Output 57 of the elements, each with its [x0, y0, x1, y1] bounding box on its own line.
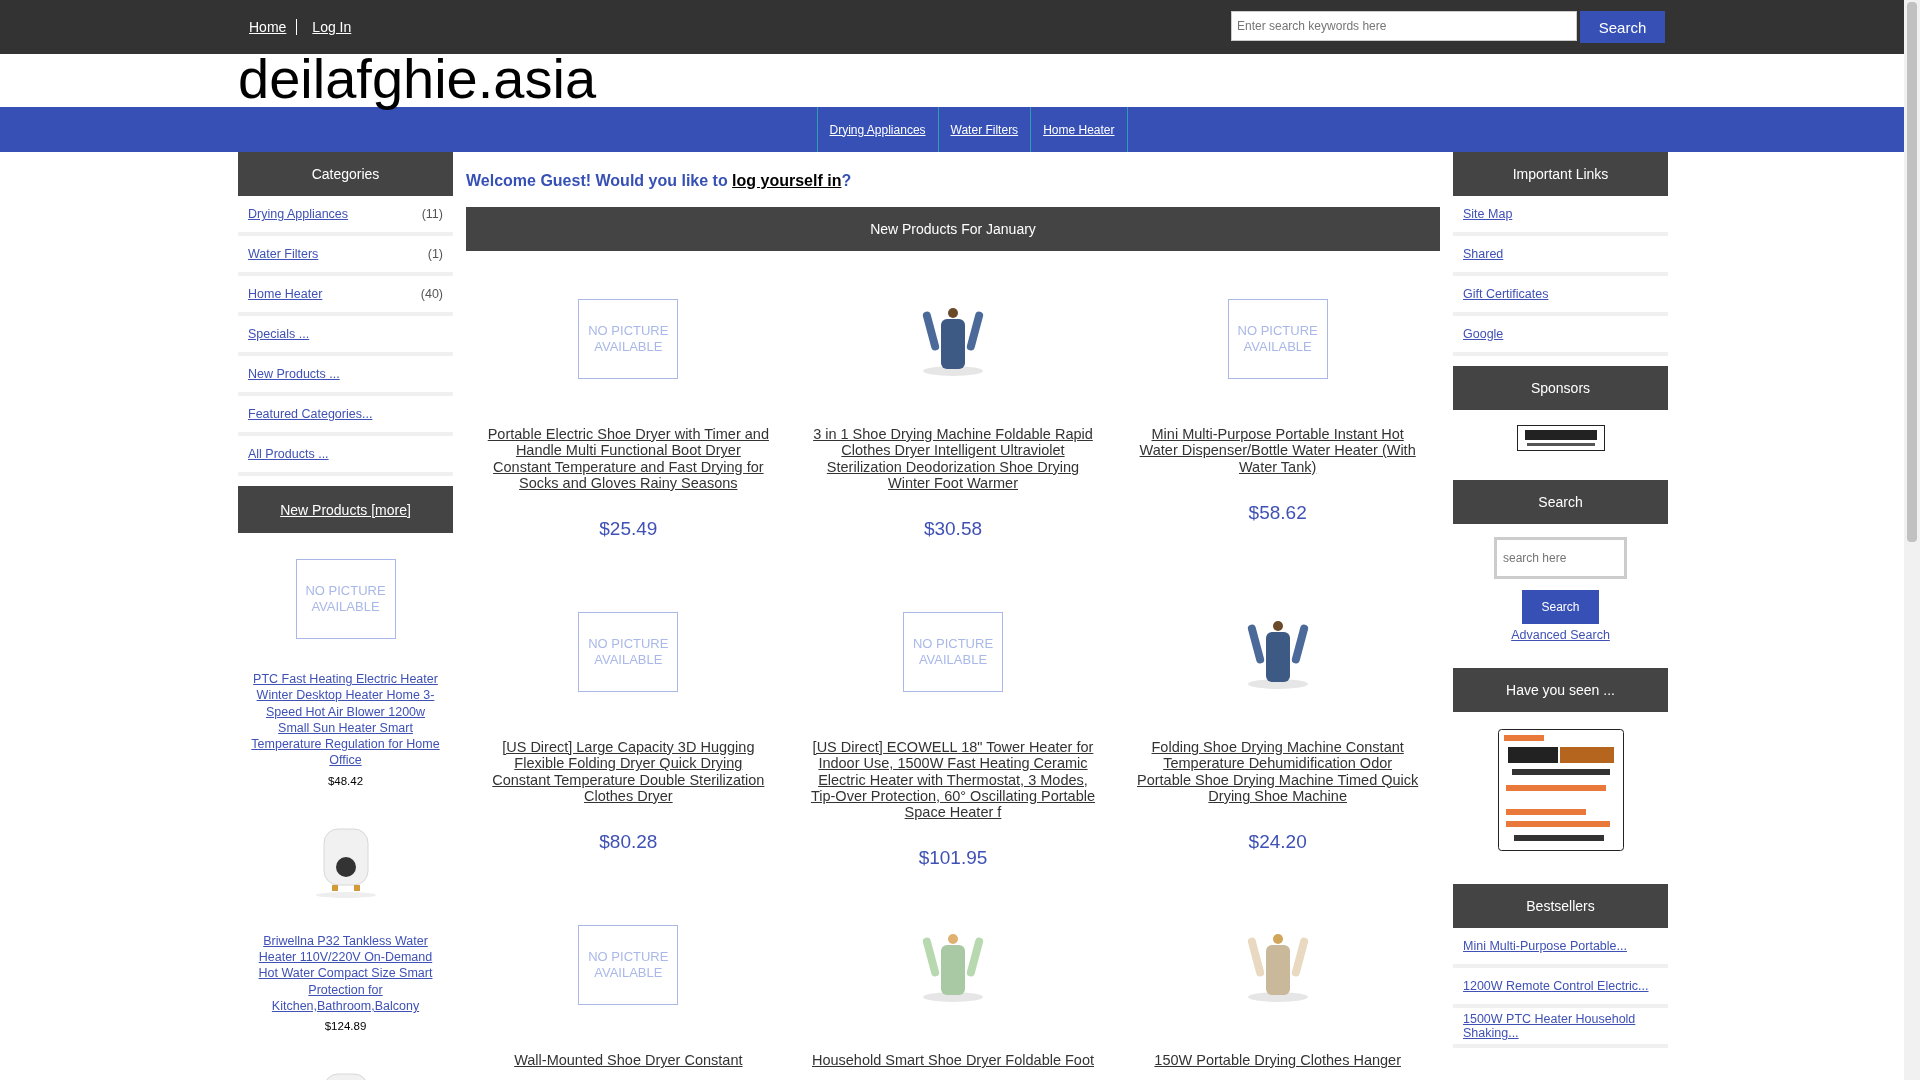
box-header: Search	[1453, 480, 1668, 524]
bestseller-link[interactable]: 1200W Remote Control Electric...	[1463, 979, 1649, 993]
search-field[interactable]: search here	[1494, 537, 1627, 579]
category-link[interactable]: All Products ...	[248, 447, 329, 461]
box-header: Have you seen ...	[1453, 668, 1668, 712]
nav-link[interactable]: Drying Appliances	[816, 107, 938, 152]
bestseller-link[interactable]: 1500W PTC Heater Household Shaking...	[1463, 1012, 1658, 1040]
box-header: Categories	[238, 152, 453, 196]
nav-link[interactable]: Home Heater	[1030, 107, 1128, 152]
box-header: Important Links	[1453, 152, 1668, 196]
header-link[interactable]: Home	[249, 19, 297, 35]
category-count: (11)	[421, 207, 443, 221]
sidebar-link[interactable]: Site Map	[1463, 207, 1513, 221]
product-link[interactable]: Folding Shoe Drying Machine Constant Temperature Dehumidification Odor Portable Shoe Drying Machine Timed Quick Drying Shoe Machine	[1135, 739, 1421, 805]
sidebar-link[interactable]: Google	[1463, 327, 1504, 341]
search-button[interactable]: Search	[1580, 11, 1665, 43]
nav-link[interactable]: Water Filters	[937, 107, 1031, 152]
sidebar-link[interactable]: Gift Certificates	[1463, 287, 1549, 301]
category-count: (1)	[427, 247, 443, 261]
product-price: $24.20	[1248, 831, 1307, 854]
login-link[interactable]: log yourself in	[732, 172, 842, 189]
product-price: $101.95	[918, 847, 988, 870]
search-field[interactable]: Enter search keywords here	[1231, 11, 1577, 41]
site-logo[interactable]: deilafghie.asia	[238, 46, 597, 112]
product-link[interactable]: [US Direct] Large Capacity 3D Hugging Flexible Folding Dryer Quick Drying Constant Temperature Double Sterilization Clothes Dryer	[485, 739, 771, 805]
category-link[interactable]: New Products ...	[248, 367, 340, 381]
product-link[interactable]: Household Smart Shoe Dryer Foldable Foot	[811, 1052, 1095, 1069]
category-link[interactable]: Home Heater	[248, 287, 323, 301]
category-link[interactable]: Featured Categories...	[248, 407, 373, 421]
product-link[interactable]: 3 in 1 Shoe Drying Machine Foldable Rapid Clothes Dryer Intelligent Ultraviolet Sterilization Deodorization Shoe Drying Winter Foot Warmer	[810, 426, 1096, 492]
product-link[interactable]: [US Direct] ECOWELL 18" Tower Heater for Indoor Use, 1500W Fast Heating Ceramic Electric Heater with Thermostat, 3 Modes, Tip-Over Protection, 60° Oscillating Portable Space Heater f	[810, 739, 1096, 821]
product-link[interactable]: PTC Fast Heating Electric Heater Winter Desktop Heater Home 3-Speed Hot Air Blower 1200w Small Sun Heater Smart Temperature Regulation for Home Office	[250, 671, 441, 769]
search-button[interactable]: Search	[1522, 590, 1599, 624]
product-link[interactable]: Wall-Mounted Shoe Dryer Constant	[514, 1052, 743, 1069]
category-link[interactable]: Water Filters	[248, 247, 319, 261]
product-link[interactable]: Mini Multi-Purpose Portable Instant Hot Water Dispenser/Bottle Water Heater (With Water Tank)	[1135, 426, 1421, 475]
product-price: $48.42	[327, 774, 364, 787]
product-price: $80.28	[599, 831, 658, 854]
product-link[interactable]: Briwellna P32 Tankless Water Heater 110V/220V On-Demand Hot Water Compact Size Smart Protection for Kitchen,Bathroom,Balcony	[250, 932, 441, 1015]
box-header: Bestsellers	[1453, 884, 1668, 928]
product-link[interactable]: 150W Portable Drying Clothes Hanger	[1154, 1052, 1401, 1069]
advanced-search-link[interactable]: Advanced Search	[1511, 628, 1610, 642]
box-header: Sponsors	[1453, 366, 1668, 410]
header-link[interactable]: Log In	[312, 19, 362, 35]
category-count: (40)	[420, 287, 443, 301]
category-link[interactable]: Specials ...	[248, 327, 310, 341]
section-header: New Products For January	[466, 207, 1440, 251]
product-price: $25.49	[599, 518, 658, 541]
product-price: $30.58	[923, 518, 983, 541]
product-link[interactable]: Portable Electric Shoe Dryer with Timer and Handle Multi Functional Boot Dryer Constant Temperature and Fast Drying for Socks and Gloves Rainy Seasons	[485, 426, 771, 492]
welcome-message: Welcome Guest! Would you like to log yourself in?	[466, 172, 853, 191]
bestseller-link[interactable]: Mini Multi-Purpose Portable...	[1463, 939, 1627, 953]
product-price: $124.89	[324, 1020, 367, 1033]
category-link[interactable]: Drying Appliances	[248, 207, 349, 221]
scrollbar-thumb[interactable]	[1907, 2, 1917, 542]
product-price: $58.62	[1248, 501, 1307, 524]
sidebar-link[interactable]: Shared	[1463, 247, 1504, 261]
